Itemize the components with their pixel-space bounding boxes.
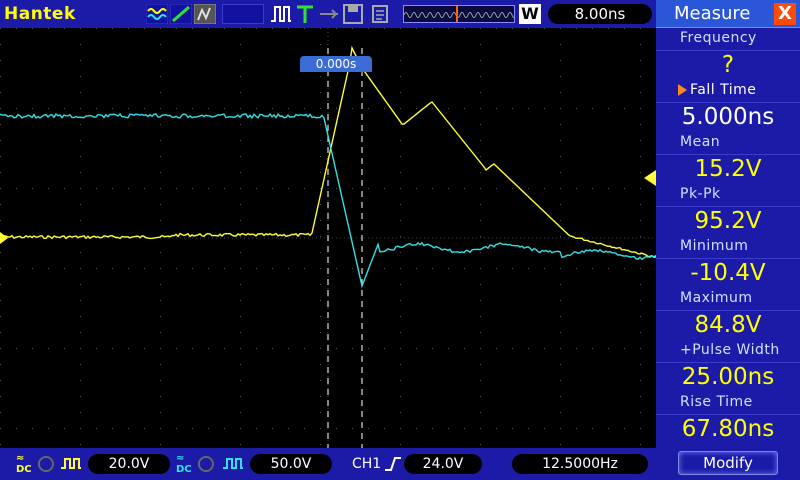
ch1-scale-readout[interactable]: 20.0V <box>88 454 170 474</box>
waveform-display[interactable]: 0.000s <box>0 28 656 448</box>
print-icon[interactable] <box>370 4 392 24</box>
measure-name-fall-time[interactable]: Fall Time <box>690 80 800 100</box>
measure-panel-header: Measure X <box>656 0 800 28</box>
usb-icon <box>320 9 338 19</box>
measure-name-maximum[interactable]: Maximum <box>680 288 796 308</box>
ch2-bw-limit-icon[interactable] <box>198 456 214 472</box>
run-state-icon[interactable] <box>270 4 292 24</box>
trigger-level-readout[interactable]: 24.0V <box>404 454 482 474</box>
trigger-t-icon[interactable] <box>294 4 316 24</box>
ch2-invert-icon[interactable] <box>222 456 244 472</box>
trigger-position-label: 0.000s <box>300 56 372 72</box>
measure-name-minimum[interactable]: Minimum <box>680 236 796 256</box>
memory-timebar[interactable] <box>403 5 515 23</box>
ch1-bw-limit-icon[interactable] <box>38 456 54 472</box>
measure-value-rise-time: 67.80ns <box>656 414 800 442</box>
top-status-bar: Hantek W 8.00ns <box>0 0 656 28</box>
measure-value-mean: 15.2V <box>656 154 800 182</box>
measure-value-maximum: 84.8V <box>656 310 800 338</box>
window-indicator: W <box>519 4 541 24</box>
timebase-readout[interactable]: 8.00ns <box>548 4 652 24</box>
measure-value-pk-pk: 95.2V <box>656 206 800 234</box>
brand-logo: Hantek <box>4 4 76 24</box>
measure-name-rise-time[interactable]: Rise Time <box>680 392 796 412</box>
trigger-level-marker <box>644 170 656 186</box>
measure-panel-title: Measure <box>674 3 751 24</box>
measure-value-pulse-width: 25.00ns <box>656 362 800 390</box>
ch2-scale-readout[interactable]: 50.0V <box>250 454 332 474</box>
measure-name-frequency[interactable]: Frequency <box>680 28 796 48</box>
measure-name-mean[interactable]: Mean <box>680 132 796 152</box>
measure-panel: Measure X Frequency ? Fall Time 5.000ns … <box>656 0 800 480</box>
measure-value-frequency: ? <box>656 50 800 78</box>
trigger-source-label: CH1 <box>352 456 382 472</box>
modify-button[interactable]: Modify <box>678 451 778 475</box>
persistence-icon[interactable] <box>194 4 216 24</box>
trigger-frequency-readout: 12.5000Hz <box>512 454 648 474</box>
acquire-mode-icon[interactable] <box>146 4 168 24</box>
selected-arrow-icon <box>678 84 687 96</box>
ch1-ground-marker <box>0 232 8 244</box>
measure-value-minimum: -10.4V <box>656 258 800 286</box>
measure-value-fall-time: 5.000ns <box>656 102 800 130</box>
ch2-coupling-dc-icon[interactable]: ≈ DC <box>176 453 192 475</box>
ch1-invert-icon[interactable] <box>60 456 82 472</box>
close-button[interactable]: X <box>774 3 796 25</box>
ch1-coupling-dc-icon[interactable]: ≈ DC <box>16 453 32 475</box>
bottom-status-bar: ≈ DC 20.0V ≈ DC 50.0V CH1 24.0V 12.5000Hz <box>0 448 656 480</box>
timebar-marker <box>456 6 458 22</box>
trigger-rising-edge-icon[interactable] <box>384 455 402 473</box>
measure-name-pulse-width[interactable]: +Pulse Width <box>680 340 796 360</box>
graticule <box>0 28 656 448</box>
measure-name-pk-pk[interactable]: Pk-Pk <box>680 184 796 204</box>
display-grid-icon[interactable] <box>222 4 264 24</box>
slope-icon[interactable] <box>170 4 192 24</box>
save-icon[interactable] <box>342 4 364 24</box>
